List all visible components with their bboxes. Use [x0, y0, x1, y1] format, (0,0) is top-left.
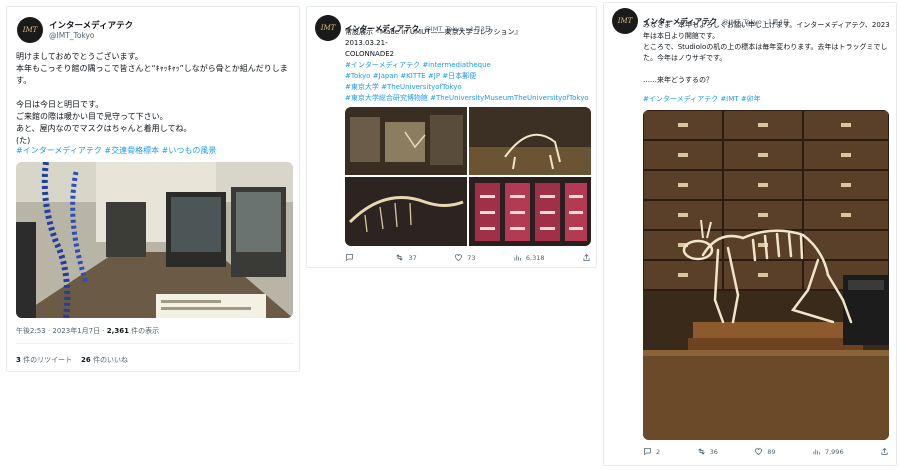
heart-icon: [755, 448, 763, 455]
share-icon: [583, 253, 590, 261]
hare-skeleton-image: [643, 110, 889, 440]
divider: [16, 343, 294, 344]
museum-corridor-image: [16, 162, 293, 318]
photo-grid-image[interactable]: [345, 107, 591, 246]
share-button[interactable]: [582, 253, 591, 262]
views-count: 2,361: [106, 327, 129, 335]
author-handle[interactable]: @IMT_Tokyo: [49, 31, 95, 40]
reply-icon: [644, 448, 651, 456]
tweet-photo[interactable]: [643, 110, 889, 440]
tweet-stats: 3 件のリツイート 26 件のいいね: [16, 356, 128, 364]
tweet-line-1: 常設展示『Made in UMUT——東京大学コレクション』: [345, 28, 522, 36]
share-button[interactable]: [880, 447, 889, 456]
reply-button[interactable]: [345, 253, 358, 262]
like-button[interactable]: 89: [754, 447, 776, 456]
tweet-hashtags[interactable]: #インターメディアテク #intermediatheque #Tokyo #Ja…: [345, 60, 595, 104]
reply-button[interactable]: 2: [643, 447, 660, 456]
retweet-icon: [396, 254, 404, 261]
tweet-body: 明けましておめでとうございます。 本年もこっそり館の隅っこで皆さんと“ｷｬｯｷｬ…: [16, 52, 288, 145]
tweet-actions: 2 36 89 7,996: [643, 447, 889, 456]
tweet-line-3: COLONNADE2: [345, 50, 395, 58]
author-name[interactable]: インターメディアテク: [49, 19, 133, 31]
views-button[interactable]: 6,318: [513, 253, 545, 262]
likes-count[interactable]: 26: [81, 356, 91, 364]
avatar[interactable]: IMT: [612, 8, 638, 34]
reply-icon: [346, 254, 353, 262]
views-icon: [514, 255, 521, 261]
retweet-icon: [697, 448, 705, 455]
tweet-photo-grid: [345, 107, 591, 246]
heart-icon: [455, 254, 463, 261]
tweet-card-2: IMT インターメディアテク @IMT_Tokyo · 1月3日 常設展示『Ma…: [306, 6, 597, 268]
retweet-button[interactable]: 37: [395, 253, 417, 262]
tweet-card-3: IMT インターメディアテク @IMT_Tokyo · 1月4日 みなさま 本年…: [603, 2, 897, 466]
views-icon: [813, 449, 820, 455]
avatar[interactable]: IMT: [17, 17, 43, 43]
tweet-hashtags[interactable]: #インターメディアテク #IMT #卯年: [643, 94, 891, 105]
tweet-body: みなさま 本年もよろしくお願い申し上げます。インターメディアテク、2023年は本…: [643, 21, 890, 84]
tweet-card-1: IMT インターメディアテク @IMT_Tokyo 明けましておめでとうございま…: [6, 6, 300, 372]
tweet-line-2: 2013.03.21-: [345, 39, 388, 47]
retweet-button[interactable]: 36: [697, 447, 718, 456]
views-button[interactable]: 7,996: [812, 447, 844, 456]
like-button[interactable]: 73: [454, 253, 475, 262]
tweet-timestamp[interactable]: 午後2:53 · 2023年1月7日 · 2,361 件の表示: [16, 326, 159, 336]
tweet-photo[interactable]: [16, 162, 293, 318]
tweet-actions: 37 73 6,318: [345, 253, 591, 262]
share-icon: [881, 447, 888, 455]
tweet-hashtags[interactable]: #インターメディアテク #交連骨格標本 #いつもの風景: [16, 145, 294, 157]
avatar[interactable]: IMT: [315, 15, 341, 41]
